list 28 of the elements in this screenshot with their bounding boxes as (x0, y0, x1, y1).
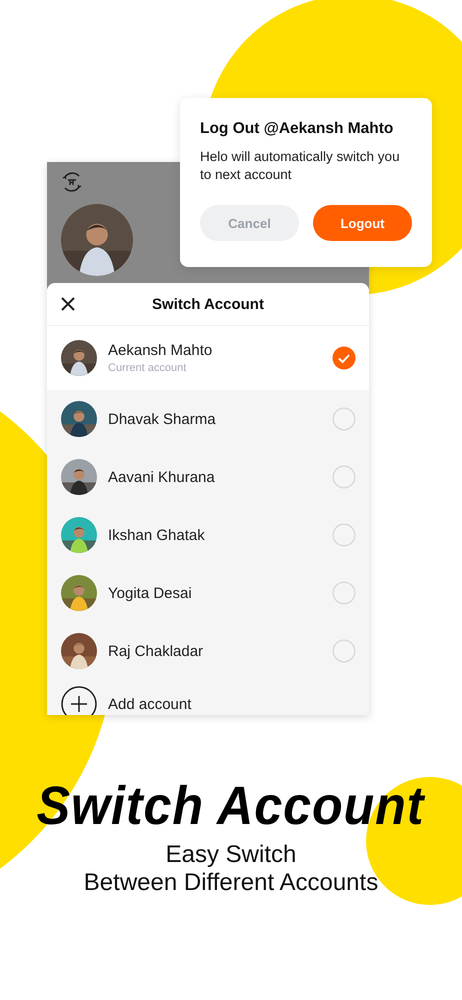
sheet-title: Switch Account (152, 296, 264, 312)
radio-icon[interactable] (332, 407, 356, 431)
radio-icon[interactable] (332, 639, 356, 663)
account-name: Raj Chakladar (108, 642, 204, 660)
dialog-title: Log Out @Aekansh Mahto (200, 120, 394, 138)
dialog-message: Helo will automatically switch you to next account (200, 148, 401, 184)
radio-icon[interactable] (332, 465, 356, 489)
account-status: Current account (108, 362, 188, 374)
subtitle-line: Between Different Accounts (84, 869, 378, 897)
account-name: Aekansh Mahto (108, 342, 214, 359)
subtitle-line: Easy Switch (166, 841, 296, 869)
account-row[interactable]: Dhavak Sharma (47, 390, 369, 448)
account-row[interactable]: Aekansh Mahto Current account (47, 326, 369, 390)
add-account-label[interactable]: Add account (108, 696, 192, 713)
logo-icon (60, 170, 84, 194)
account-row[interactable]: Aavani Khurana (47, 448, 369, 506)
radio-icon[interactable] (332, 523, 356, 547)
account-name: Aavani Khurana (108, 468, 216, 486)
checked-radio-icon[interactable] (332, 346, 356, 370)
account-row[interactable]: Yogita Desai (47, 564, 369, 622)
add-icon[interactable] (61, 686, 97, 715)
close-icon[interactable] (61, 297, 75, 311)
account-row[interactable]: Ikshan Ghatak (47, 506, 369, 564)
radio-icon[interactable] (332, 581, 356, 605)
account-name: Dhavak Sharma (108, 410, 217, 428)
account-name: Ikshan Ghatak (108, 526, 206, 544)
account-row[interactable]: Raj Chakladar (47, 622, 369, 680)
account-name: Yogita Desai (108, 584, 193, 602)
